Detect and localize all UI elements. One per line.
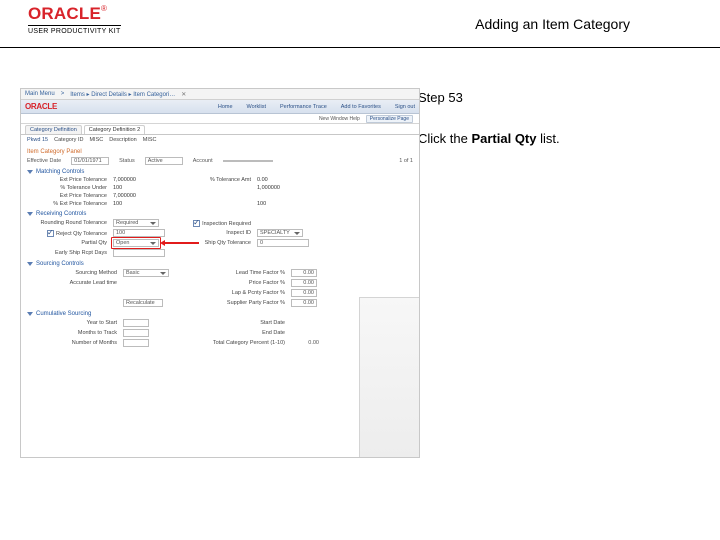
recalculate-button[interactable]: Recalculate bbox=[123, 299, 163, 307]
userbar-links[interactable]: New Window Help bbox=[319, 116, 360, 122]
nav-favorites[interactable]: Add to Favorites bbox=[341, 104, 381, 110]
inspection-required-checkbox[interactable] bbox=[193, 220, 200, 227]
nav-signout[interactable]: Sign out bbox=[395, 104, 415, 110]
section-sourcing[interactable]: Sourcing Controls bbox=[27, 261, 413, 267]
step-label: Step 53 bbox=[418, 90, 710, 105]
year-start-input[interactable] bbox=[123, 319, 149, 327]
instruction-panel: Step 53 Click the Partial Qty list. bbox=[400, 88, 720, 458]
page-header: ORACLE® USER PRODUCTIVITY KIT Adding an … bbox=[0, 0, 720, 48]
partial-qty-select[interactable]: Open bbox=[113, 239, 159, 247]
top-tab[interactable]: Main Menu bbox=[25, 91, 55, 97]
effective-date[interactable]: 01/01/1971 bbox=[71, 157, 109, 165]
price-factor-input[interactable]: 0.00 bbox=[291, 279, 317, 287]
callout-arrow-icon bbox=[165, 242, 199, 244]
nav-home[interactable]: Home bbox=[218, 104, 233, 110]
chevron-down-icon bbox=[27, 170, 33, 174]
chevron-down-icon bbox=[150, 242, 156, 245]
personalize-button[interactable]: Personalize Page bbox=[366, 115, 413, 123]
close-icon[interactable]: ✕ bbox=[181, 91, 186, 98]
tab-category-def[interactable]: Category Definition bbox=[25, 125, 82, 134]
months-track-input[interactable] bbox=[123, 329, 149, 337]
userbar: New Window Help Personalize Page bbox=[21, 114, 419, 124]
breadcrumb-tabs: Main Menu > Items ▸ Direct Details ▸ Ite… bbox=[21, 89, 419, 100]
nav-perf-trace[interactable]: Performance Trace bbox=[280, 104, 327, 110]
lap-factor-input[interactable]: 0.00 bbox=[291, 289, 317, 297]
chevron-down-icon bbox=[294, 232, 300, 235]
sourcing-grid: Sourcing Method Basic Lead Time Factor %… bbox=[27, 269, 413, 307]
chevron-down-icon bbox=[150, 222, 156, 225]
brand-name: ORACLE bbox=[28, 4, 101, 23]
page-curl-decoration bbox=[359, 297, 419, 457]
chevron-down-icon bbox=[27, 212, 33, 216]
lead-time-input[interactable]: 0.00 bbox=[291, 269, 317, 277]
record-seq: 1 of 1 bbox=[399, 158, 413, 164]
section-matching[interactable]: Matching Controls bbox=[27, 169, 413, 175]
panel-title: Item Category Panel bbox=[27, 149, 413, 155]
nav-worklist[interactable]: Worklist bbox=[247, 104, 266, 110]
effective-row: Effective Date 01/01/1971 Status Active … bbox=[27, 157, 413, 165]
instruction-text: Click the Partial Qty list. bbox=[418, 131, 710, 146]
trademark-icon: ® bbox=[101, 4, 107, 13]
early-ship-input[interactable] bbox=[113, 249, 165, 257]
ship-qty-input[interactable]: 0 bbox=[257, 239, 309, 247]
reject-qty-input[interactable]: 100 bbox=[113, 229, 165, 237]
chevron-down-icon bbox=[27, 312, 33, 316]
app-screenshot: Main Menu > Items ▸ Direct Details ▸ Ite… bbox=[20, 88, 420, 458]
menubar: ORACLE Home Worklist Performance Trace A… bbox=[21, 100, 419, 114]
account[interactable] bbox=[223, 160, 273, 162]
matching-grid: Ext Price Tolerance7,000000 % Tolerance … bbox=[27, 177, 413, 207]
brand-logo: ORACLE® USER PRODUCTIVITY KIT bbox=[28, 4, 121, 35]
cumulative-grid: Year to Start Start Date Months to Track… bbox=[27, 319, 413, 347]
sourcing-method-select[interactable]: Basic bbox=[123, 269, 169, 277]
brand-subtitle: USER PRODUCTIVITY KIT bbox=[28, 25, 121, 35]
inspect-id-select[interactable]: SPECIALTY bbox=[257, 229, 303, 237]
section-receiving[interactable]: Receiving Controls bbox=[27, 211, 413, 217]
top-tab[interactable]: Items ▸ Direct Details ▸ Item Categori… bbox=[70, 91, 175, 98]
rounding-select[interactable]: Required bbox=[113, 219, 159, 227]
section-cumulative[interactable]: Cumulative Sourcing bbox=[27, 311, 413, 317]
reject-qty-checkbox[interactable] bbox=[47, 230, 54, 237]
status[interactable]: Active bbox=[145, 157, 183, 165]
receiving-grid: Rounding Round Tolerance Required Inspec… bbox=[27, 219, 413, 257]
record-key-row: Pkwd 15 Category ID MISC Description MIS… bbox=[21, 135, 419, 145]
chevron-down-icon bbox=[160, 272, 166, 275]
tab-category-def-2[interactable]: Category Definition 2 bbox=[84, 125, 145, 134]
partial-qty-label: Partial Qty bbox=[27, 240, 107, 246]
page-title: Adding an Item Category bbox=[475, 16, 630, 32]
subtabs: Category Definition Category Definition … bbox=[21, 124, 419, 135]
chevron-down-icon bbox=[27, 262, 33, 266]
supplier-factor-input[interactable]: 0.00 bbox=[291, 299, 317, 307]
num-months-input[interactable] bbox=[123, 339, 149, 347]
brand-mini: ORACLE bbox=[25, 102, 57, 111]
